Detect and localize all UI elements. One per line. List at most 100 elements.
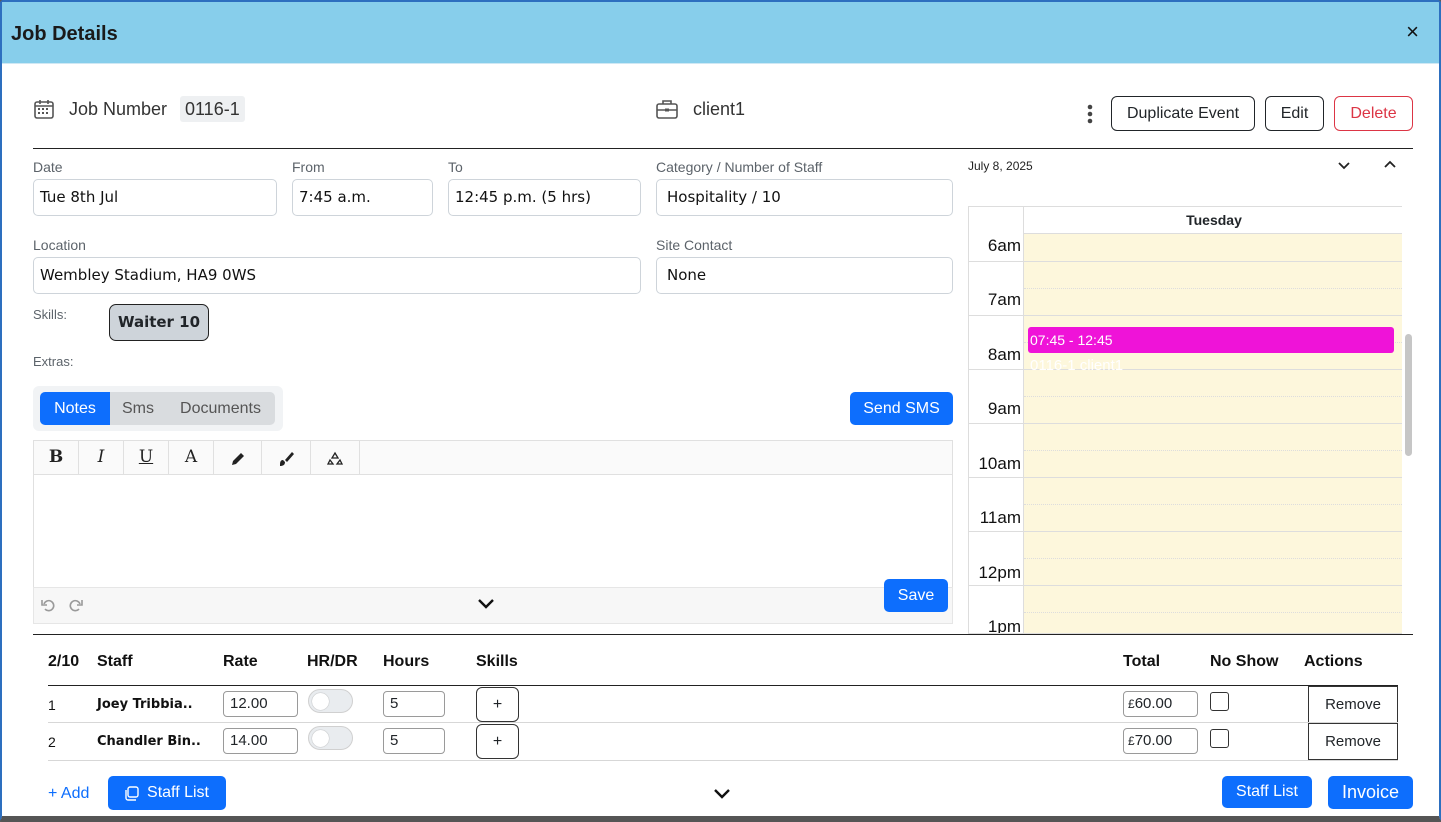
italic-icon[interactable]: I [79, 441, 124, 474]
add-staff-link[interactable]: + Add [48, 785, 89, 803]
total-input[interactable]: £70.00 [1123, 728, 1198, 754]
job-number-label: Job Number [69, 99, 168, 119]
chevron-down-icon[interactable] [1337, 160, 1351, 172]
tab-notes[interactable]: Notes [40, 392, 110, 425]
hrdr-toggle[interactable] [308, 726, 353, 750]
staff-count: 2/10 [48, 653, 80, 670]
hour-label: 9am [987, 399, 1021, 418]
day-column[interactable] [1024, 234, 1404, 633]
duplicate-event-button[interactable]: Duplicate Event [1111, 96, 1255, 131]
tab-sms[interactable]: Sms [110, 392, 166, 425]
hrdr-toggle[interactable] [308, 689, 353, 713]
gutter-line [969, 261, 1024, 262]
calendar-event-title: 0116-1 client1 [1030, 357, 1124, 374]
to-time-field[interactable]: 12:45 p.m. (5 hrs) [448, 179, 641, 216]
notes-editor[interactable] [33, 475, 953, 587]
gutter-line [969, 369, 1024, 370]
hour-line [1024, 477, 1404, 478]
calendar-scroll-thumb[interactable] [1405, 334, 1412, 456]
staff-list-label: Staff List [147, 784, 209, 801]
underline-icon[interactable]: U [124, 441, 169, 474]
hour-line [1024, 585, 1404, 586]
from-time-field[interactable]: 7:45 a.m. [292, 179, 433, 216]
row-number: 1 [48, 697, 56, 713]
chevron-up-icon[interactable] [1383, 158, 1397, 170]
no-show-checkbox[interactable] [1210, 729, 1229, 748]
job-number-badge: 0116-1 [180, 96, 245, 122]
chevron-down-icon[interactable] [477, 597, 495, 611]
location-field[interactable]: Wembley Stadium, HA9 0WS [33, 257, 641, 294]
date-label: Date [33, 159, 63, 175]
staff-list-right-button[interactable]: Staff List [1222, 776, 1312, 808]
delete-button[interactable]: Delete [1334, 96, 1413, 131]
staff-name[interactable]: Joey Tribbia.. [97, 697, 193, 712]
modal-title: Job Details [11, 23, 118, 45]
more-vertical-icon[interactable] [1085, 104, 1095, 126]
gutter-line [969, 585, 1024, 586]
header-rule [48, 685, 1398, 686]
hour-label: 11am [979, 508, 1021, 527]
gutter-line [969, 315, 1024, 316]
day-calendar: Tuesday 6am 7am 8am 9am 10am 11am 12pm 1… [968, 206, 1413, 634]
hours-input[interactable]: 5 [383, 728, 445, 754]
hour-label: 12pm [978, 563, 1021, 582]
no-show-checkbox[interactable] [1210, 692, 1229, 711]
tab-documents[interactable]: Documents [166, 392, 275, 425]
rate-input[interactable]: 12.00 [223, 691, 298, 717]
calendar-event[interactable]: 07:45 - 12:45 [1028, 327, 1394, 353]
invoice-button[interactable]: Invoice [1328, 776, 1413, 809]
recycle-icon[interactable] [311, 441, 360, 474]
to-label: To [448, 159, 463, 175]
text-color-icon[interactable]: A [169, 441, 214, 474]
send-sms-button[interactable]: Send SMS [850, 392, 953, 425]
hour-label: 10am [978, 454, 1021, 473]
extras-label: Extras: [33, 354, 74, 369]
add-skill-button[interactable]: + [476, 687, 519, 722]
pencil-icon[interactable] [214, 441, 262, 474]
hour-line [1024, 261, 1404, 262]
briefcase-icon [656, 100, 678, 119]
add-skill-button[interactable]: + [476, 724, 519, 759]
date-field[interactable]: Tue 8th Jul [33, 179, 277, 216]
half-hour-line [1024, 504, 1404, 505]
row-number: 2 [48, 734, 56, 750]
col-staff: Staff [97, 653, 133, 670]
total-input[interactable]: £60.00 [1123, 691, 1198, 717]
redo-icon[interactable] [68, 597, 84, 613]
copy-icon [125, 786, 139, 801]
currency-symbol: £ [1128, 734, 1135, 748]
total-value: 70.00 [1134, 732, 1173, 749]
hour-label: 8am [987, 345, 1021, 364]
undo-icon[interactable] [40, 597, 56, 613]
half-hour-line [1024, 558, 1404, 559]
staff-list-button[interactable]: Staff List [108, 776, 226, 810]
skills-label: Skills: [33, 307, 67, 322]
currency-symbol: £ [1128, 697, 1135, 711]
site-contact-field[interactable]: None [656, 257, 953, 294]
site-contact-label: Site Contact [656, 237, 733, 253]
staff-name[interactable]: Chandler Bin.. [97, 734, 201, 749]
close-icon[interactable]: × [1406, 21, 1419, 43]
brush-icon[interactable] [262, 441, 311, 474]
table-divider [33, 634, 1413, 635]
hour-label: 1pm [987, 617, 1021, 634]
bold-icon[interactable]: B [34, 441, 79, 474]
half-hour-line [1024, 450, 1404, 451]
hour-line [1024, 315, 1404, 316]
gutter-line [969, 423, 1024, 424]
chevron-down-icon[interactable] [713, 787, 731, 801]
rate-input[interactable]: 14.00 [223, 728, 298, 754]
category-label: Category / Number of Staff [656, 159, 823, 175]
hour-label: 6am [987, 236, 1021, 255]
remove-button[interactable]: Remove [1308, 723, 1398, 760]
category-field[interactable]: Hospitality / 10 [656, 179, 953, 216]
remove-button[interactable]: Remove [1308, 686, 1398, 723]
gutter-line [969, 531, 1024, 532]
row-rule [48, 760, 1398, 761]
day-header: Tuesday [1024, 207, 1404, 234]
hours-input[interactable]: 5 [383, 691, 445, 717]
edit-button[interactable]: Edit [1265, 96, 1324, 131]
col-no-show: No Show [1210, 653, 1279, 670]
skill-chip[interactable]: Waiter 10 [109, 304, 209, 341]
save-button[interactable]: Save [884, 579, 948, 612]
